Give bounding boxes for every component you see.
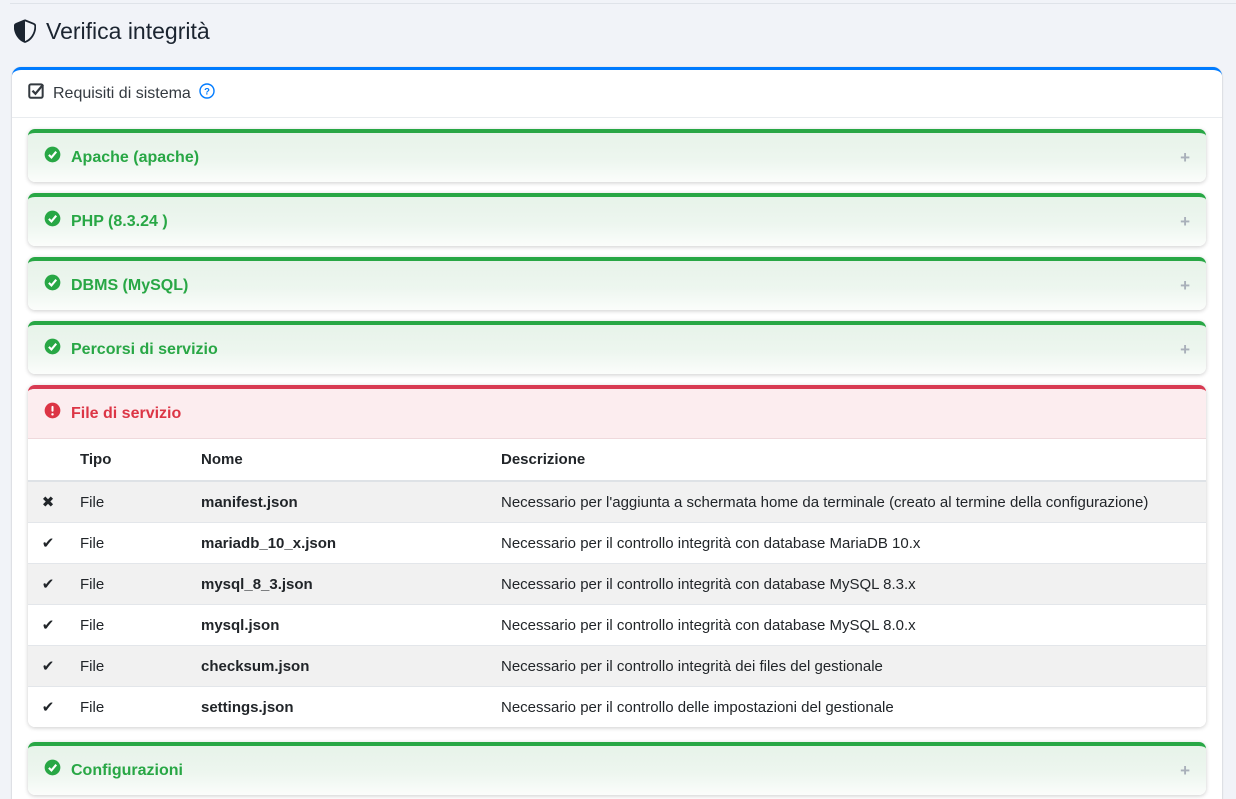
panel-php-header[interactable]: PHP (8.3.24 ) + bbox=[28, 197, 1206, 246]
cell-nome: mysql.json bbox=[189, 605, 489, 646]
top-divider bbox=[10, 0, 1236, 4]
cell-nome: checksum.json bbox=[189, 646, 489, 687]
expand-plus-icon[interactable]: + bbox=[1180, 342, 1190, 358]
check-circle-icon bbox=[44, 338, 61, 361]
column-descrizione: Descrizione bbox=[489, 439, 1206, 481]
x-mark-icon: ✖ bbox=[28, 481, 68, 523]
check-mark-icon: ✔ bbox=[28, 687, 68, 728]
check-circle-icon bbox=[44, 146, 61, 169]
check-mark-icon: ✔ bbox=[28, 646, 68, 687]
table-header-row: Tipo Nome Descrizione bbox=[28, 439, 1206, 481]
table-row: ✔ File checksum.json Necessario per il c… bbox=[28, 646, 1206, 687]
panel-label: PHP (8.3.24 ) bbox=[71, 212, 168, 232]
cell-descrizione: Necessario per il controllo integrità co… bbox=[489, 523, 1206, 564]
page-title: Verifica integrità bbox=[14, 17, 1236, 45]
card-header-title: Requisiti di sistema bbox=[53, 84, 191, 104]
panel-label: Percorsi di servizio bbox=[71, 340, 218, 360]
cell-tipo: File bbox=[68, 564, 189, 605]
cell-tipo: File bbox=[68, 646, 189, 687]
expand-plus-icon[interactable]: + bbox=[1180, 150, 1190, 166]
exclamation-circle-icon bbox=[44, 402, 61, 425]
svg-text:?: ? bbox=[204, 86, 210, 97]
table-row: ✔ File mariadb_10_x.json Necessario per … bbox=[28, 523, 1206, 564]
cell-nome: settings.json bbox=[189, 687, 489, 728]
panel-php: PHP (8.3.24 ) + bbox=[28, 193, 1206, 246]
panel-label: Configurazioni bbox=[71, 761, 183, 781]
table-row: ✔ File settings.json Necessario per il c… bbox=[28, 687, 1206, 728]
panel-label: File di servizio bbox=[71, 404, 181, 424]
cell-tipo: File bbox=[68, 605, 189, 646]
check-mark-icon: ✔ bbox=[28, 564, 68, 605]
panel-file-di-servizio: File di servizio Tipo Nome Descrizione ✖… bbox=[28, 385, 1206, 727]
cell-descrizione: Necessario per il controllo delle impost… bbox=[489, 687, 1206, 728]
table-row: ✔ File mysql.json Necessario per il cont… bbox=[28, 605, 1206, 646]
column-status bbox=[28, 439, 68, 481]
check-mark-icon: ✔ bbox=[28, 605, 68, 646]
panel-label: Apache (apache) bbox=[71, 148, 199, 168]
cell-descrizione: Necessario per il controllo integrità de… bbox=[489, 646, 1206, 687]
check-circle-icon bbox=[44, 210, 61, 233]
panel-percorsi-header[interactable]: Percorsi di servizio + bbox=[28, 325, 1206, 374]
help-question-icon[interactable]: ? bbox=[199, 83, 215, 105]
column-nome: Nome bbox=[189, 439, 489, 481]
system-requirements-card: Requisiti di sistema ? Apache (apache) + bbox=[12, 67, 1222, 799]
check-circle-icon bbox=[44, 274, 61, 297]
check-circle-icon bbox=[44, 759, 61, 782]
expand-plus-icon[interactable]: + bbox=[1180, 763, 1190, 779]
panel-configurazioni: Configurazioni + bbox=[28, 742, 1206, 795]
panel-configurazioni-header[interactable]: Configurazioni + bbox=[28, 746, 1206, 795]
table-row: ✖ File manifest.json Necessario per l'ag… bbox=[28, 481, 1206, 523]
table-row: ✔ File mysql_8_3.json Necessario per il … bbox=[28, 564, 1206, 605]
cell-descrizione: Necessario per il controllo integrità co… bbox=[489, 605, 1206, 646]
panel-percorsi: Percorsi di servizio + bbox=[28, 321, 1206, 374]
cell-tipo: File bbox=[68, 523, 189, 564]
cell-tipo: File bbox=[68, 481, 189, 523]
expand-plus-icon[interactable]: + bbox=[1180, 214, 1190, 230]
cell-tipo: File bbox=[68, 687, 189, 728]
cell-nome: mysql_8_3.json bbox=[189, 564, 489, 605]
panel-dbms-header[interactable]: DBMS (MySQL) + bbox=[28, 261, 1206, 310]
panel-dbms: DBMS (MySQL) + bbox=[28, 257, 1206, 310]
check-square-icon bbox=[28, 82, 45, 105]
service-files-table: Tipo Nome Descrizione ✖ File manifest.js… bbox=[28, 439, 1206, 727]
page-title-text: Verifica integrità bbox=[46, 17, 210, 45]
cell-descrizione: Necessario per il controllo integrità co… bbox=[489, 564, 1206, 605]
shield-halved-icon bbox=[14, 19, 36, 43]
card-body: Apache (apache) + PHP (8.3.24 ) + bbox=[12, 118, 1222, 799]
panel-apache-header[interactable]: Apache (apache) + bbox=[28, 133, 1206, 182]
expand-plus-icon[interactable]: + bbox=[1180, 278, 1190, 294]
check-mark-icon: ✔ bbox=[28, 523, 68, 564]
panel-apache: Apache (apache) + bbox=[28, 129, 1206, 182]
panel-file-di-servizio-header[interactable]: File di servizio bbox=[28, 389, 1206, 439]
cell-nome: manifest.json bbox=[189, 481, 489, 523]
cell-nome: mariadb_10_x.json bbox=[189, 523, 489, 564]
column-tipo: Tipo bbox=[68, 439, 189, 481]
cell-descrizione: Necessario per l'aggiunta a schermata ho… bbox=[489, 481, 1206, 523]
card-header: Requisiti di sistema ? bbox=[12, 70, 1222, 118]
panel-label: DBMS (MySQL) bbox=[71, 276, 188, 296]
